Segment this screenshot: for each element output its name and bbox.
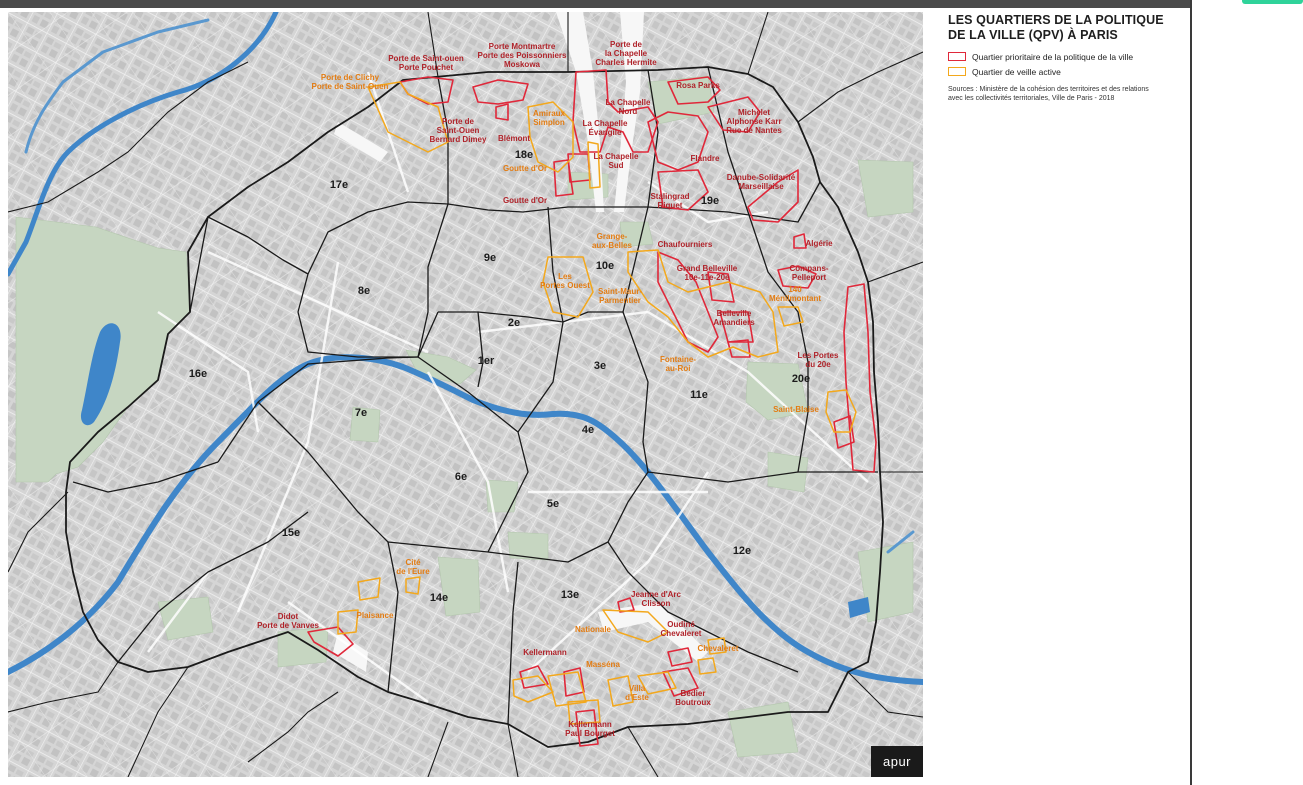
qpv-label: Belleville Amandiers [713, 309, 755, 327]
qpv-label: Compans-Pelleport [789, 264, 828, 282]
arr-label-13: 13e [561, 589, 579, 601]
qpv-label: Porte de Saint-ouen Porte Pouchet [388, 54, 464, 72]
legend-row-watch: Quartier de veille active [948, 64, 1184, 79]
qpv-label: Nationale [575, 625, 612, 634]
qpv-label: Saint-Blaise [773, 405, 819, 414]
legend-title: LES QUARTIERS DE LA POLITIQUE DE LA VILL… [948, 13, 1184, 43]
arr-label-10: 10e [596, 260, 614, 272]
sources-line-1: Sources : Ministère de la cohésion des t… [948, 86, 1149, 93]
qpv-label: Saint-Maur-Parmentier [598, 287, 642, 305]
window-top-bar [0, 0, 1192, 8]
priority-swatch-icon [948, 52, 966, 61]
qpv-label: Grand Belleville 10e-11e-20e [677, 264, 738, 282]
qpv-label: Chaufourniers [658, 240, 713, 249]
arr-label-8: 8e [358, 285, 370, 297]
arr-label-15: 15e [282, 527, 300, 539]
map-legend: LES QUARTIERS DE LA POLITIQUE DE LA VILL… [948, 13, 1184, 103]
qpv-label: Rosa Parks [676, 81, 720, 90]
qpv-label: Flandre [691, 154, 720, 163]
arr-label-2: 2e [508, 317, 520, 329]
arr-label-20: 20e [792, 373, 810, 385]
paris-map: 1er 2e 3e 4e 5e 6e 7e 8e 9e 10e 11e 12e … [8, 12, 923, 777]
qpv-label: Amiraux Simplon [533, 109, 566, 127]
legend-row-priority: Quartier prioritaire de la politique de … [948, 49, 1184, 64]
arr-label-4: 4e [582, 424, 594, 436]
qpv-label: Porte de Clichy Porte de Saint-Ouen [312, 73, 389, 91]
arr-label-3: 3e [594, 360, 606, 372]
qpv-label: Chevaleret [698, 644, 739, 653]
page-divider [1190, 0, 1192, 785]
qpv-label: Kellermann Paul Bourget [565, 720, 615, 738]
arr-label-17: 17e [330, 179, 348, 191]
legend-sources: Sources : Ministère de la cohésion des t… [948, 85, 1184, 103]
watch-swatch-icon [948, 67, 966, 76]
qpv-label: Goutte d'Or [503, 164, 547, 173]
legend-watch-label: Quartier de veille active [972, 66, 1061, 77]
apur-logo: apur [871, 746, 923, 777]
arr-label-19: 19e [701, 195, 719, 207]
arr-label-5: 5e [547, 498, 559, 510]
arr-label-12: 12e [733, 545, 751, 557]
legend-title-line-2: DE LA VILLE (QPV) À PARIS [948, 28, 1118, 42]
arr-label-6: 6e [455, 471, 467, 483]
qpv-label: Algérie [805, 239, 833, 248]
arr-label-11: 11e [690, 389, 708, 401]
legend-priority-label: Quartier prioritaire de la politique de … [972, 51, 1134, 62]
qpv-label: La Chapelle Évangile [583, 119, 628, 137]
arr-label-7: 7e [355, 407, 367, 419]
qpv-label: Blémont [498, 134, 530, 143]
qpv-label: Plaisance [357, 611, 394, 620]
arr-label-16: 16e [189, 368, 207, 380]
qpv-label: Kellermann [523, 648, 567, 657]
legend-title-line-1: LES QUARTIERS DE LA POLITIQUE [948, 13, 1164, 27]
qpv-label: Masséna [586, 660, 620, 669]
arr-label-1: 1er [478, 355, 495, 367]
arr-label-18: 18e [515, 149, 533, 161]
sources-line-2: avec les collectivités territoriales, Vi… [948, 95, 1115, 102]
qpv-label: Grange-aux-Belles [592, 232, 633, 250]
qpv-label: Goutte d'Or [503, 196, 547, 205]
green-tab[interactable] [1242, 0, 1303, 4]
arr-label-14: 14e [430, 592, 448, 604]
arr-label-9: 9e [484, 252, 496, 264]
